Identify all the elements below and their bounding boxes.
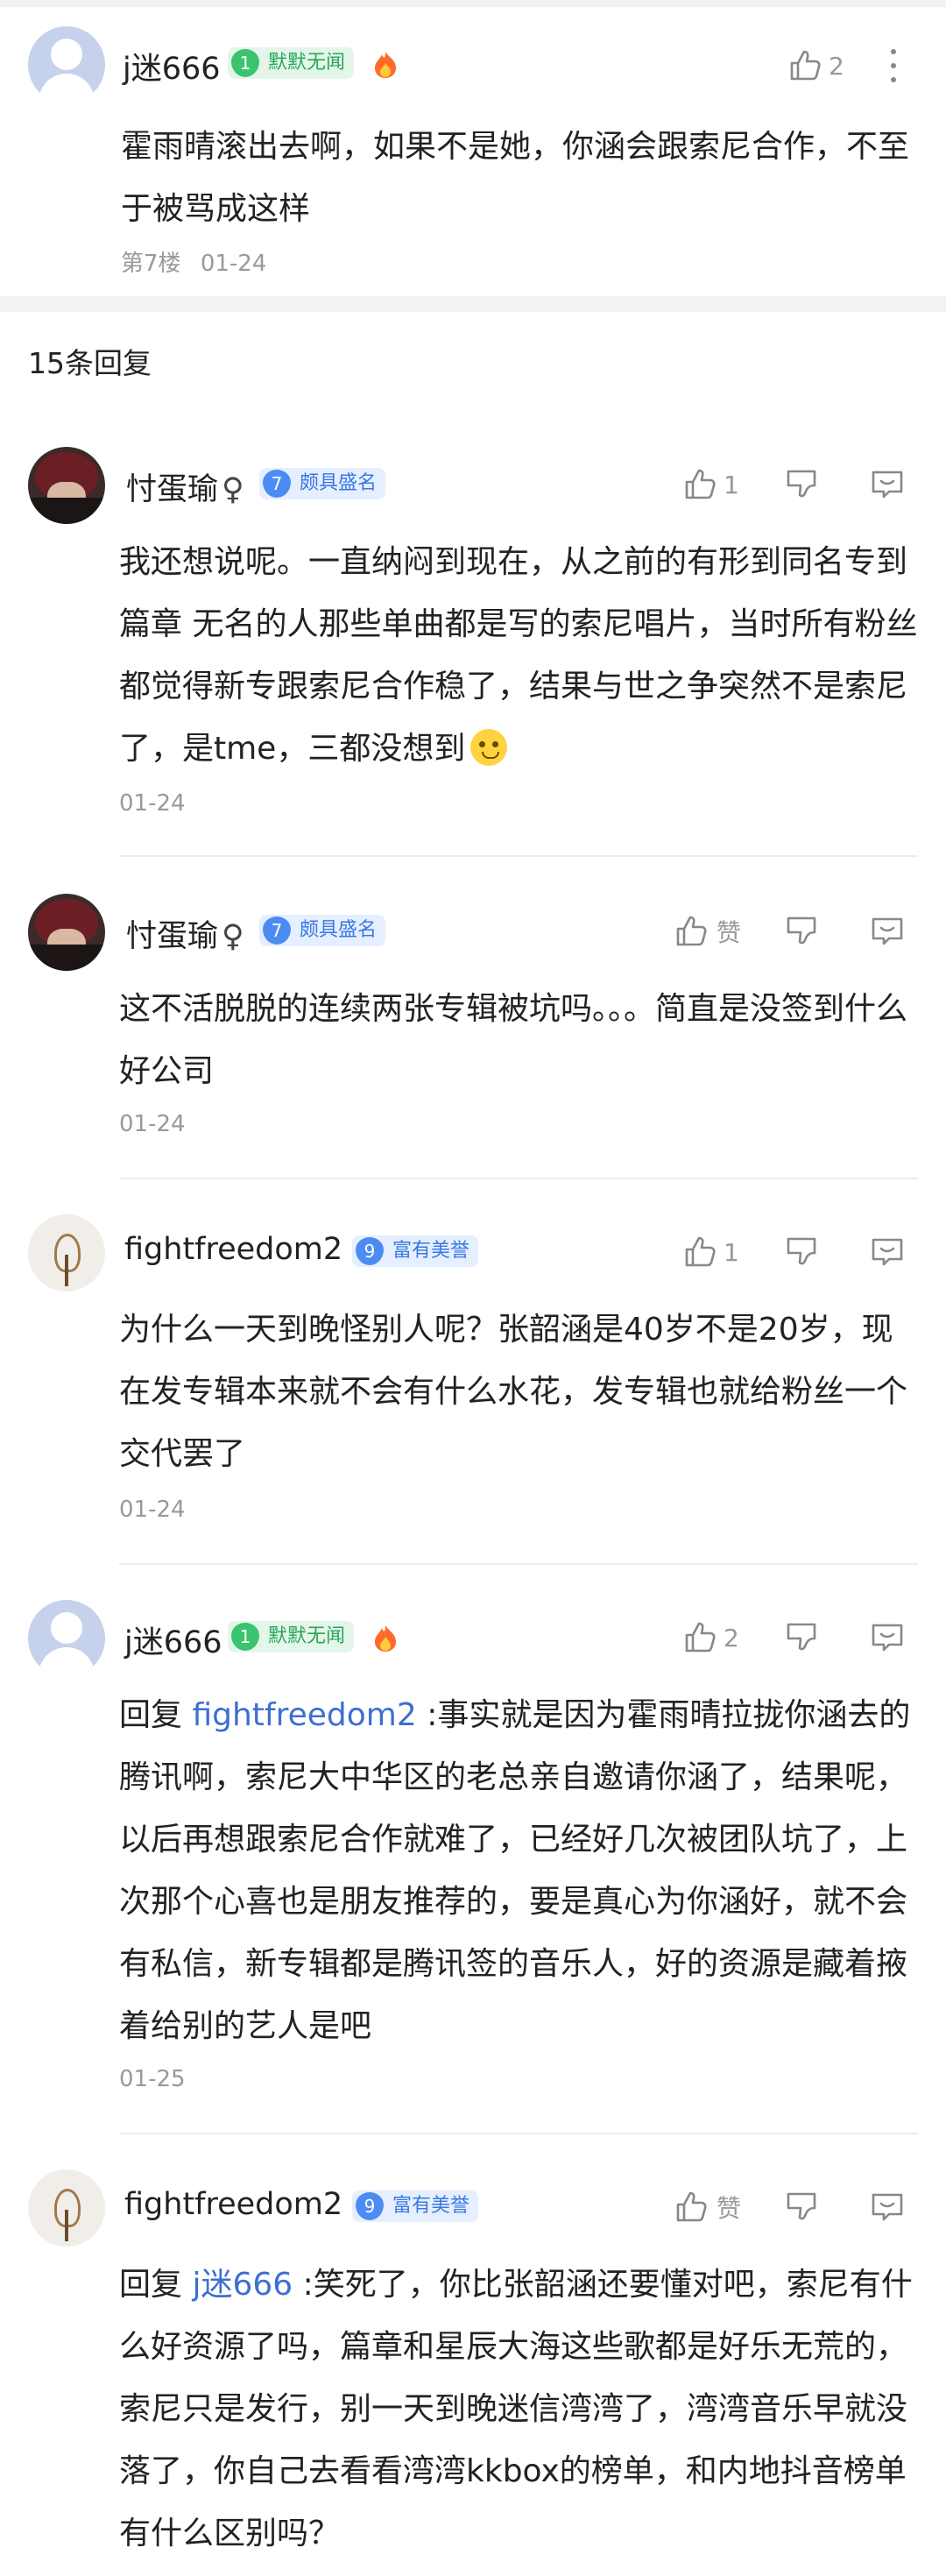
reply-actions: 1	[674, 463, 920, 506]
post-content: 霍雨晴滚出去啊，如果不是她，你涵会跟索尼合作，不至于被骂成这样	[121, 129, 910, 227]
like-count: 1	[724, 1237, 739, 1267]
reply-divider	[119, 2133, 918, 2134]
avatar[interactable]	[28, 26, 105, 103]
like-count: 2	[724, 1623, 739, 1652]
like-button[interactable]: 1	[681, 463, 739, 506]
avatar[interactable]	[28, 894, 105, 971]
reply-actions: 1	[674, 1230, 920, 1274]
comment-thread-page: j迷666 1 默默无闻 2 霍雨晴滚出去啊，如果不是她，你涵会跟索尼合作，不至于…	[0, 0, 946, 2576]
floor-number: 第7楼	[121, 251, 181, 277]
level-badge: 1 默默无闻	[228, 1621, 355, 1652]
thumbs-down-icon	[787, 1623, 816, 1651]
level-badge: 9 富有美誉	[352, 2190, 479, 2222]
reply-divider	[119, 855, 918, 857]
gender-icon: ♀	[222, 919, 244, 954]
like-button[interactable]: 2	[787, 44, 844, 88]
thumbs-up-icon	[685, 469, 716, 499]
thinking-face-emoji	[470, 729, 508, 766]
like-button[interactable]: 赞	[673, 2185, 741, 2229]
avatar[interactable]	[28, 1600, 105, 1677]
post-meta: 第7楼 01-24	[121, 245, 266, 278]
comment-icon	[872, 917, 903, 945]
reply-date: 01-24	[119, 790, 186, 817]
reply-content: 回复 j迷666 :笑死了，你比张韶涵还要懂对吧，索尼有什么好资源了吗，篇章和星…	[119, 2267, 913, 2551]
like-button[interactable]: 2	[681, 1616, 739, 1660]
like-count: 2	[829, 51, 844, 81]
thumbs-up-icon	[790, 50, 821, 81]
level-badge: 7 颇具盛名	[259, 915, 386, 946]
username[interactable]: fightfreedom2	[124, 1232, 342, 1267]
like-button[interactable]: 赞	[673, 909, 741, 953]
like-label: 赞	[717, 2194, 742, 2223]
section-separator	[0, 296, 946, 312]
post-actions: 2	[780, 44, 928, 88]
thumbs-up-icon	[685, 1236, 716, 1267]
reply-button[interactable]	[869, 1616, 906, 1660]
reply-divider	[119, 1563, 918, 1565]
reply-date: 01-24	[119, 1111, 186, 1137]
username[interactable]: 忖蛋瑜 ♀	[126, 464, 244, 509]
level-badge: 1 默默无闻	[228, 47, 355, 79]
username[interactable]: fightfreedom2	[124, 2187, 342, 2222]
reply-content: 回复 fightfreedom2 :事实就是因为霍雨晴拉拢你涵去的腾讯啊，索尼大…	[119, 1697, 911, 2044]
dislike-button[interactable]	[783, 463, 820, 506]
post-date: 01-24	[200, 251, 267, 277]
reply-content: 我还想说呢。一直纳闷到现在，从之前的有形到同名专到篇章 无名的人那些单曲都是写的…	[119, 544, 918, 767]
fire-icon	[375, 1625, 396, 1652]
reply-date: 01-25	[119, 2066, 186, 2092]
mention-link[interactable]: j迷666	[192, 2267, 293, 2303]
reply-date: 01-24	[119, 1497, 186, 1523]
thumbs-up-icon	[676, 916, 707, 946]
dislike-button[interactable]	[783, 1230, 820, 1274]
comment-icon	[872, 471, 903, 499]
mention-link[interactable]: fightfreedom2	[192, 1697, 416, 1733]
avatar[interactable]	[28, 2169, 105, 2247]
username[interactable]: j迷666	[124, 1617, 222, 1662]
reply-button[interactable]	[869, 2185, 906, 2229]
comment-icon	[872, 1238, 903, 1266]
reply-actions: 赞	[666, 909, 920, 953]
gender-icon: ♀	[222, 472, 244, 507]
reply-divider	[119, 1178, 918, 1179]
reply-count: 15条回复	[28, 346, 152, 380]
reply-content: 这不活脱脱的连续两张专辑被坑吗。。。简直是没签到什么好公司	[119, 991, 908, 1089]
level-badge: 9 富有美誉	[352, 1235, 479, 1267]
comment-icon	[872, 2193, 903, 2221]
more-options-button[interactable]	[885, 44, 902, 88]
username[interactable]: j迷666	[123, 44, 221, 88]
dislike-button[interactable]	[783, 1616, 820, 1660]
dislike-button[interactable]	[783, 909, 820, 953]
reply-content: 为什么一天到晚怪别人呢？张韶涵是40岁不是20岁，现在发专辑本来就不会有什么水花…	[119, 1312, 908, 1472]
thumbs-down-icon	[787, 1237, 816, 1265]
top-divider	[0, 0, 946, 7]
thumbs-down-icon	[787, 916, 816, 945]
reply-button[interactable]	[869, 1230, 906, 1274]
like-label: 赞	[717, 918, 742, 947]
like-button[interactable]: 1	[681, 1230, 739, 1274]
comment-icon	[872, 1624, 903, 1652]
fire-icon	[375, 52, 396, 78]
thumbs-down-icon	[787, 470, 816, 498]
thumbs-up-icon	[685, 1622, 716, 1652]
level-badge: 7 颇具盛名	[259, 468, 386, 499]
main-post: j迷666 1 默默无闻 2 霍雨晴滚出去啊，如果不是她，你涵会跟索尼合作，不至于…	[0, 7, 946, 296]
dislike-button[interactable]	[783, 2185, 820, 2229]
avatar[interactable]	[28, 447, 105, 524]
reply-actions: 赞	[666, 2185, 920, 2229]
reply-button[interactable]	[869, 463, 906, 506]
username[interactable]: 忖蛋瑜 ♀	[126, 911, 244, 956]
avatar[interactable]	[28, 1214, 105, 1292]
like-count: 1	[724, 470, 739, 499]
reply-actions: 2	[674, 1616, 920, 1660]
thumbs-down-icon	[787, 2192, 816, 2220]
reply-button[interactable]	[869, 909, 906, 953]
thumbs-up-icon	[676, 2191, 707, 2222]
